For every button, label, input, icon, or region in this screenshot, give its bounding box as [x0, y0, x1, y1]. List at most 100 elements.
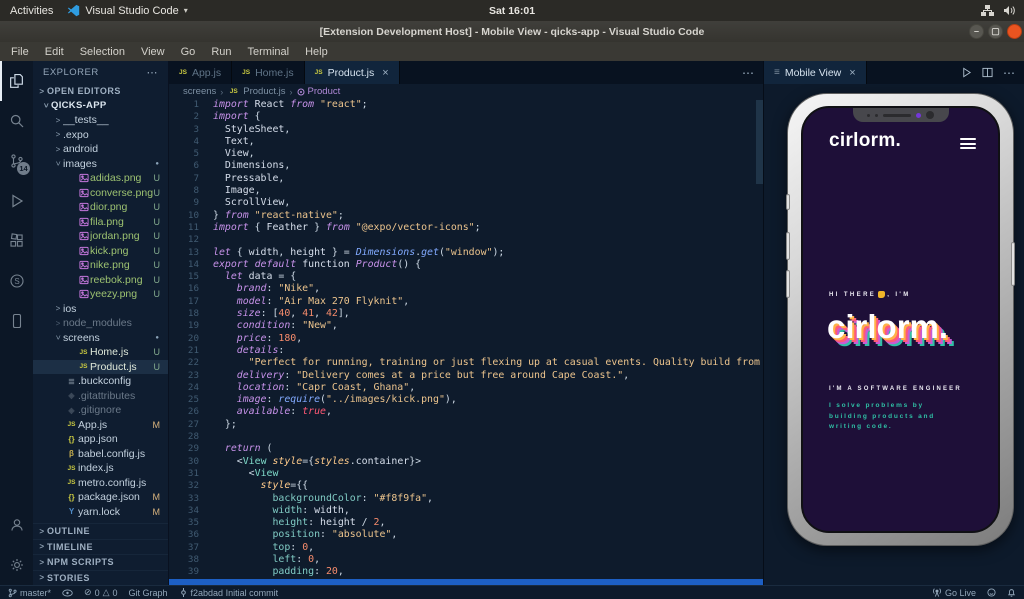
tree-item-product-js[interactable]: JS Product.js U: [33, 359, 168, 374]
notifications-icon[interactable]: [1007, 588, 1016, 597]
stories-icon[interactable]: S: [0, 261, 33, 301]
problems-item[interactable]: ⊘ 0 △ 0: [84, 587, 118, 598]
tree-item-babel-config-js[interactable]: β babel.config.js: [33, 447, 168, 462]
tree-folder-qicks-app[interactable]: > QICKS-APP: [33, 99, 168, 114]
hamburger-menu-button[interactable]: [960, 138, 976, 152]
menu-terminal[interactable]: Terminal: [241, 44, 297, 60]
git-graph-item[interactable]: Git Graph: [129, 588, 168, 598]
section-stories[interactable]: > STORIES: [33, 569, 168, 586]
vscode-window: Activities Visual Studio Code ▾ Sat 16:0…: [0, 0, 1024, 599]
tree-folder-android[interactable]: > android: [33, 142, 168, 157]
breadcrumb-item-product[interactable]: Product: [297, 86, 340, 97]
maximize-button[interactable]: ▢: [988, 24, 1003, 39]
run-icon[interactable]: [961, 67, 972, 78]
line-number: 5: [193, 148, 199, 160]
activities-button[interactable]: Activities: [10, 5, 53, 17]
feedback-icon[interactable]: [987, 588, 996, 597]
editor-more-actions-icon[interactable]: ⋯: [742, 66, 754, 80]
close-tab-icon[interactable]: ×: [849, 67, 855, 79]
minimize-button[interactable]: –: [969, 24, 984, 39]
clock[interactable]: Sat 16:01: [489, 5, 535, 17]
tree-folder-ios[interactable]: > ios: [33, 302, 168, 317]
menu-run[interactable]: Run: [204, 44, 238, 60]
js-file-icon: JS: [242, 69, 251, 76]
tree-folder-images[interactable]: > images ●: [33, 157, 168, 172]
tree-item--buckconfig[interactable]: ≣ .buckconfig: [33, 374, 168, 389]
close-tab-icon[interactable]: ×: [382, 67, 388, 79]
app-menu[interactable]: Visual Studio Code ▾: [67, 4, 188, 17]
run-debug-icon[interactable]: [0, 181, 33, 221]
tree-item-yarn-lock[interactable]: Yyarn.lock M: [33, 505, 168, 520]
menu-file[interactable]: File: [4, 44, 36, 60]
menu-help[interactable]: Help: [298, 44, 335, 60]
volume-icon[interactable]: [1003, 5, 1016, 16]
tree-item-index-js[interactable]: JS index.js: [33, 461, 168, 476]
breadcrumb-item-screens[interactable]: screens: [183, 86, 216, 97]
code-text: Pressable,: [213, 172, 285, 184]
tree-item-kick-png[interactable]: kick.png U: [33, 244, 168, 259]
tree-item-converse-png[interactable]: converse.png U: [33, 186, 168, 201]
mobile-preview-icon[interactable]: [0, 301, 33, 341]
section-npm-scripts[interactable]: > NPM SCRIPTS: [33, 554, 168, 570]
menu-edit[interactable]: Edit: [38, 44, 71, 60]
menu-go[interactable]: Go: [174, 44, 203, 60]
section-outline[interactable]: > OUTLINE: [33, 523, 168, 539]
chevron-right-icon: >: [55, 304, 61, 314]
accounts-icon[interactable]: [0, 505, 33, 545]
code-text: size: [40, 41, 42],: [213, 308, 350, 320]
img-file-icon: [77, 246, 90, 256]
tree-item-metro-config-js[interactable]: JS metro.config.js: [33, 476, 168, 491]
explorer-icon[interactable]: [0, 61, 33, 101]
window-title-bar[interactable]: [Extension Development Host] - Mobile Vi…: [0, 21, 1024, 42]
tab-mobile-view[interactable]: ≡ Mobile View ×: [764, 61, 867, 84]
code-text: delivery: "Delivery comes at a price but…: [213, 369, 630, 381]
item-label: package.json: [78, 491, 140, 504]
tree-folder-screens[interactable]: > screens ●: [33, 331, 168, 346]
tree-item-reebok-png[interactable]: reebok.png U: [33, 273, 168, 288]
explorer-more-actions-icon[interactable]: ⋯: [147, 66, 159, 79]
tree-item-open-editors[interactable]: > OPEN EDITORS: [33, 84, 168, 99]
menu-view[interactable]: View: [134, 44, 172, 60]
split-editor-icon[interactable]: [982, 67, 993, 78]
line-number: 37: [187, 541, 199, 553]
section-timeline[interactable]: > TIMELINE: [33, 538, 168, 555]
tree-item-adidas-png[interactable]: adidas.png U: [33, 171, 168, 186]
tree-item-dior-png[interactable]: dior.png U: [33, 200, 168, 215]
tree-folder-node-modules[interactable]: > node_modules: [33, 316, 168, 331]
gitlens-eye-item[interactable]: [62, 589, 73, 597]
tree-item-app-json[interactable]: {} app.json: [33, 432, 168, 447]
tree-folder--tests-[interactable]: > __tests__: [33, 113, 168, 128]
tree-item-yeezy-png[interactable]: yeezy.png U: [33, 287, 168, 302]
tree-item-nike-png[interactable]: nike.png U: [33, 258, 168, 273]
close-button[interactable]: [1007, 24, 1022, 39]
tree-folder--expo[interactable]: > .expo: [33, 128, 168, 143]
tree-item--gitignore[interactable]: ◈ .gitignore: [33, 403, 168, 418]
commit-item[interactable]: f2abdad Initial commit: [179, 588, 278, 598]
code-line: 32 style={{: [169, 480, 763, 492]
tab-product-js[interactable]: JS Product.js ×: [304, 61, 400, 84]
go-live-item[interactable]: Go Live: [932, 588, 976, 598]
source-control-icon[interactable]: 14: [0, 141, 33, 181]
tree-item-jordan-png[interactable]: jordan.png U: [33, 229, 168, 244]
menu-selection[interactable]: Selection: [73, 44, 132, 60]
git-branch-item[interactable]: master*: [8, 588, 51, 598]
tree-item-home-js[interactable]: JS Home.js U: [33, 345, 168, 360]
network-icon[interactable]: [981, 5, 994, 16]
tree-item-fila-png[interactable]: fila.png U: [33, 215, 168, 230]
tree-item--gitattributes[interactable]: ◈ .gitattributes: [33, 389, 168, 404]
chevron-right-icon: >: [55, 318, 61, 328]
editor-scrollbar[interactable]: [756, 100, 763, 184]
breadcrumb-item-product-js[interactable]: JS Product.js: [227, 86, 286, 97]
tab-home-js[interactable]: JS Home.js: [232, 61, 305, 84]
extensions-icon[interactable]: [0, 221, 33, 261]
code-text: top: 0,: [213, 541, 315, 553]
search-icon[interactable]: [0, 101, 33, 141]
tree-item-app-js[interactable]: JS App.js M: [33, 418, 168, 433]
tab-app-js[interactable]: JS App.js: [169, 61, 233, 84]
tree-item-package-json[interactable]: {} package.json M: [33, 490, 168, 505]
settings-icon[interactable]: [0, 545, 33, 585]
img-file-icon: [77, 217, 90, 227]
projects-link[interactable]: PROJECTS →: [829, 529, 899, 531]
panel-more-actions-icon[interactable]: ⋯: [1003, 66, 1015, 80]
code-editor[interactable]: 1 import React from "react"; 2 import {3 St…: [169, 99, 763, 585]
